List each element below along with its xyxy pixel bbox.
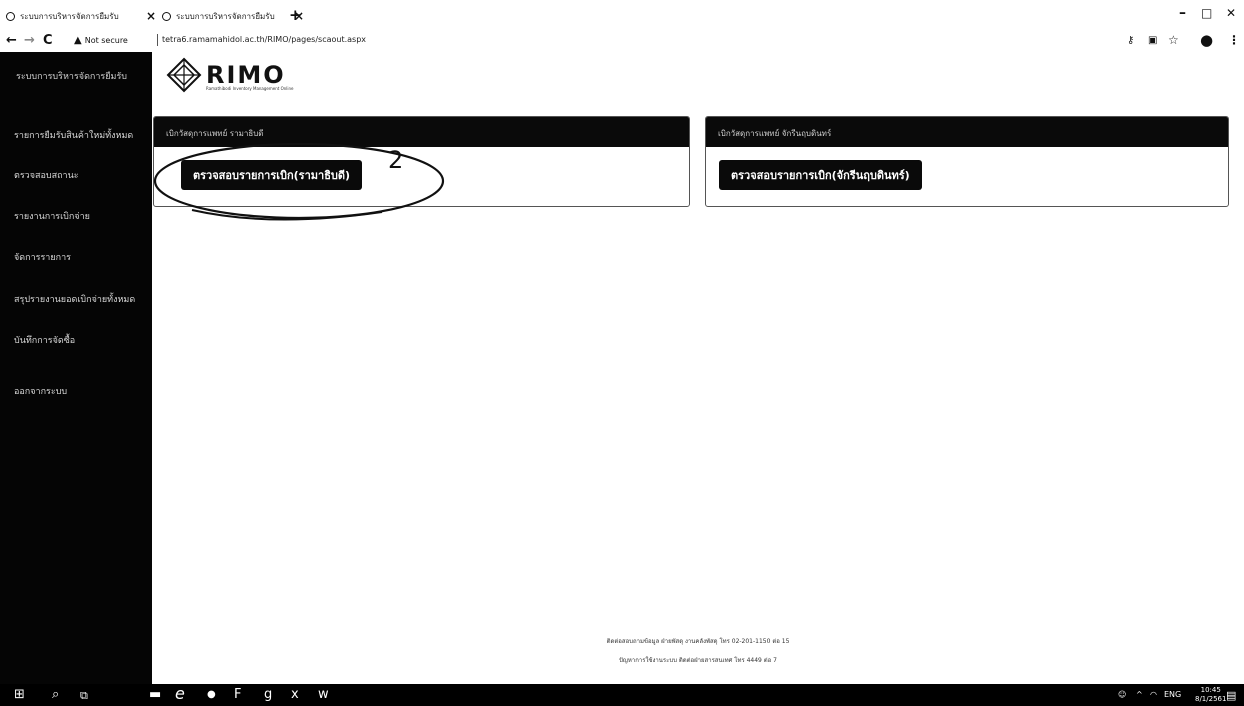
chat-icon[interactable]: ●: [207, 689, 216, 700]
sidebar-item-logout[interactable]: ออกจากระบบ: [14, 384, 67, 398]
footer-support: ปัญหาการใช้งานระบบ ติดต่อฝ่ายสารสนเทศ โท…: [619, 657, 777, 664]
annotation-number: 2: [388, 146, 404, 174]
sidebar: ระบบการบริหารจัดการยืมรับ รายการยืมรับสิ…: [0, 52, 152, 684]
menu-icon[interactable]: ⋮: [1228, 33, 1240, 47]
windows-taskbar: ⊞ ⌕ ⧉ ▬ e ● F g x w ☺ ^ ◠ ENG 10:45 8/1/…: [0, 684, 1244, 706]
footer-contact: ติดต่อสอบถามข้อมูล ฝ่ายพัสดุ งานคลังพัสด…: [606, 638, 790, 645]
new-tab-button[interactable]: +: [289, 6, 302, 24]
extensions-icon[interactable]: ▣: [1148, 35, 1157, 46]
sidebar-item-report[interactable]: รายงานการเบิกจ่าย: [14, 209, 90, 223]
browser-tab-1[interactable]: ระบบการบริหารจัดการยืมรับ ×: [6, 6, 156, 26]
sidebar-item-check-status[interactable]: ตรวจสอบสถานะ: [14, 168, 79, 182]
rimo-logo: RIMO Ramathibodi Inventory Management On…: [166, 55, 294, 95]
reload-button[interactable]: C: [43, 33, 53, 48]
search-icon[interactable]: ⌕: [52, 687, 59, 702]
start-icon[interactable]: ⊞: [14, 687, 25, 702]
show-hidden-icon[interactable]: ^: [1136, 690, 1143, 699]
url-separator: [157, 34, 158, 46]
address-bar: ← → C ▲ Not secure tetra6.ramamahidol.ac…: [0, 30, 1244, 52]
bookmark-star-icon[interactable]: ☆: [1168, 33, 1179, 47]
panel-ramathibodi: เบิกวัสดุการแพทย์ รามาธิบดี ตรวจสอบรายกา…: [153, 116, 690, 207]
panel-chakri: เบิกวัสดุการแพทย์ จักรีนฤบดินทร์ ตรวจสอบ…: [705, 116, 1229, 207]
check-ramathibodi-button[interactable]: ตรวจสอบรายการเบิก(รามาธิบดี): [181, 160, 363, 190]
sidebar-item-all-items[interactable]: รายการยืมรับสินค้าใหม่ทั้งหมด: [14, 128, 133, 142]
minimize-button[interactable]: –: [1179, 5, 1186, 21]
clock[interactable]: 10:45 8/1/2561: [1195, 686, 1226, 704]
people-icon[interactable]: ☺: [1118, 690, 1126, 699]
app-icon-2[interactable]: g: [264, 687, 272, 702]
network-icon[interactable]: ◠: [1150, 690, 1157, 699]
url-input[interactable]: tetra6.ramamahidol.ac.th/RIMO/pages/scao…: [162, 35, 366, 44]
app-icon-1[interactable]: F: [234, 687, 241, 702]
app-icon-4[interactable]: w: [318, 687, 329, 702]
key-icon[interactable]: ⚷: [1127, 35, 1134, 46]
task-view-icon[interactable]: ⧉: [80, 689, 88, 703]
forward-button[interactable]: →: [24, 33, 35, 48]
close-window-button[interactable]: ✕: [1226, 6, 1236, 20]
check-chakri-button[interactable]: ตรวจสอบรายการเบิก(จักรีนฤบดินทร์): [719, 160, 922, 190]
security-indicator[interactable]: ▲ Not secure: [74, 35, 128, 46]
sidebar-item-summary[interactable]: สรุปรายงานยอดเบิกจ่ายทั้งหมด: [14, 292, 135, 306]
rimo-emblem-icon: [166, 57, 202, 93]
edge-icon[interactable]: e: [175, 684, 185, 703]
tab-title: ระบบการบริหารจัดการยืมรับ: [176, 11, 275, 21]
warning-icon: ▲: [74, 35, 82, 46]
profile-icon[interactable]: ●: [1200, 31, 1213, 49]
logo-subtitle: Ramathibodi Inventory Management Online: [206, 86, 294, 91]
panel-title: เบิกวัสดุการแพทย์ รามาธิบดี: [166, 129, 264, 138]
file-explorer-icon[interactable]: ▬: [149, 687, 161, 702]
clock-date: 8/1/2561: [1195, 695, 1227, 703]
language-indicator[interactable]: ENG: [1164, 690, 1181, 699]
sidebar-item-purchase[interactable]: บันทึกการจัดซื้อ: [14, 333, 75, 347]
notification-icon[interactable]: ▤: [1226, 689, 1236, 702]
panel-header: เบิกวัสดุการแพทย์ จักรีนฤบดินทร์: [706, 117, 1228, 147]
logo-text: RIMO: [206, 61, 286, 89]
maximize-button[interactable]: □: [1201, 6, 1212, 20]
tab-title: ระบบการบริหารจัดการยืมรับ: [20, 11, 119, 21]
sidebar-header: ระบบการบริหารจัดการยืมรับ: [16, 72, 128, 82]
chrome-favicon-icon: [6, 11, 15, 21]
back-button[interactable]: ←: [6, 33, 17, 48]
tab-close-icon[interactable]: ×: [146, 9, 156, 23]
chrome-favicon-icon: [162, 11, 171, 21]
security-label: Not secure: [84, 36, 128, 45]
panel-header: เบิกวัสดุการแพทย์ รามาธิบดี: [154, 117, 689, 147]
app-icon-3[interactable]: x: [291, 687, 299, 702]
clock-time: 10:45: [1200, 686, 1221, 694]
sidebar-item-manage[interactable]: จัดการรายการ: [14, 250, 71, 264]
panel-title: เบิกวัสดุการแพทย์ จักรีนฤบดินทร์: [718, 129, 832, 138]
browser-tab-bar: ระบบการบริหารจัดการยืมรับ × ระบบการบริหา…: [0, 0, 1244, 30]
